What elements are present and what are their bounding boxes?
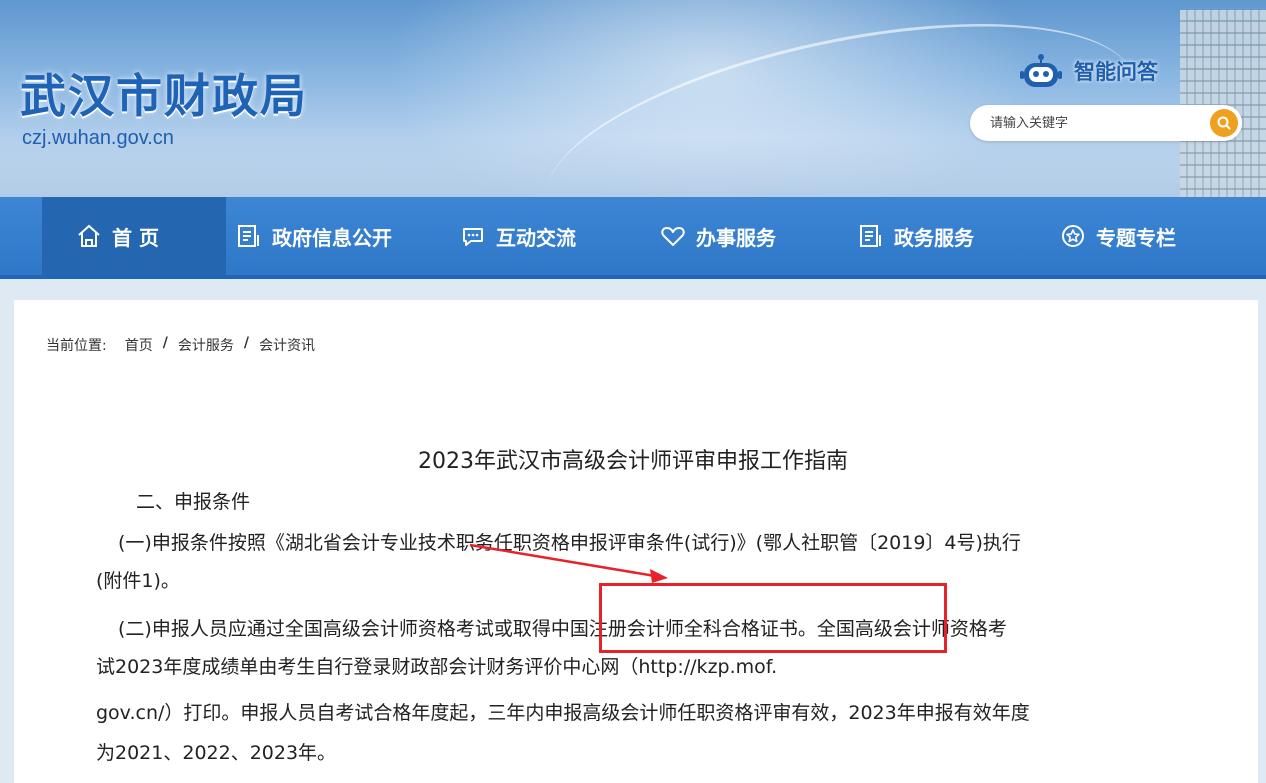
nav-item-label: 办事服务 (696, 225, 776, 250)
paragraph-2-line-3: gov.cn/）打印。申报人员自考试合格年度起，三年内申报高级会计师任职资格评审… (96, 702, 1030, 724)
breadcrumb: 当前位置: 首页 / 会计服务 / 会计资讯 (46, 335, 315, 355)
nav-item-gov-info[interactable]: 政府信息公开 (236, 197, 392, 275)
paragraph-2-line-1: (二)申报人员应通过全国高级会计师资格考试或取得中国注册会计师全科合格证书。全国… (118, 618, 1007, 640)
site-title[interactable]: 武汉市财政局 (20, 60, 308, 126)
search-button[interactable] (1210, 109, 1238, 137)
star-icon (1062, 225, 1084, 247)
home-icon (78, 224, 100, 247)
banner-skyline (0, 137, 1266, 197)
search-input[interactable] (990, 105, 1190, 141)
search-icon (1217, 116, 1231, 130)
heart-icon (661, 227, 685, 246)
nav-item-home[interactable]: 首 页 (76, 197, 159, 275)
chat-icon (463, 228, 483, 246)
section-heading: 二、申报条件 (136, 491, 251, 513)
paragraph-1-line-2: (附件1)。 (96, 570, 180, 592)
paragraph-2-line-4: 为2021、2022、2023年。 (96, 742, 337, 764)
nav-item-label: 互动交流 (496, 225, 576, 250)
main-nav: 首 页 政府信息公开 互动交流 办事服务 政务服务 专题专栏 (0, 197, 1266, 279)
robot-icon (1020, 53, 1062, 89)
article-title: 2023年武汉市高级会计师评审申报工作指南 (418, 449, 848, 474)
nav-item-topics[interactable]: 专题专栏 (1060, 197, 1176, 275)
nav-item-label: 首 页 (112, 225, 159, 250)
breadcrumb-separator: / (162, 335, 168, 351)
nav-item-label: 专题专栏 (1096, 225, 1176, 250)
nav-item-label: 政府信息公开 (272, 225, 392, 250)
nav-item-label: 政务服务 (894, 225, 974, 250)
breadcrumb-link-home[interactable]: 首页 (125, 335, 153, 355)
banner-building (1180, 10, 1266, 197)
ai-qa-label: 智能问答 (1074, 60, 1158, 84)
nav-item-interaction[interactable]: 互动交流 (460, 197, 576, 275)
site-url: czj.wuhan.gov.cn (22, 127, 174, 149)
paragraph-2-line-2: 试2023年度成绩单由考生自行登录财政部会计财务评价中心网（http://kzp… (96, 656, 778, 678)
breadcrumb-prefix: 当前位置: (46, 338, 107, 354)
header-banner: 武汉市财政局 czj.wuhan.gov.cn 智能问答 (0, 0, 1266, 197)
nav-item-services[interactable]: 办事服务 (660, 197, 776, 275)
search-box (970, 105, 1242, 141)
breadcrumb-separator: / (243, 335, 249, 351)
breadcrumb-link-accounting-services[interactable]: 会计服务 (178, 335, 234, 355)
nav-item-gov-services[interactable]: 政务服务 (858, 197, 974, 275)
paragraph-1-line-1: (一)申报条件按照《湖北省会计专业技术职务任职资格申报评审条件(试行)》(鄂人社… (118, 532, 1021, 554)
breadcrumb-link-accounting-news[interactable]: 会计资讯 (259, 335, 315, 355)
document-icon (238, 225, 259, 247)
ai-qa-button[interactable]: 智能问答 (1020, 52, 1158, 90)
document-icon (860, 225, 881, 247)
